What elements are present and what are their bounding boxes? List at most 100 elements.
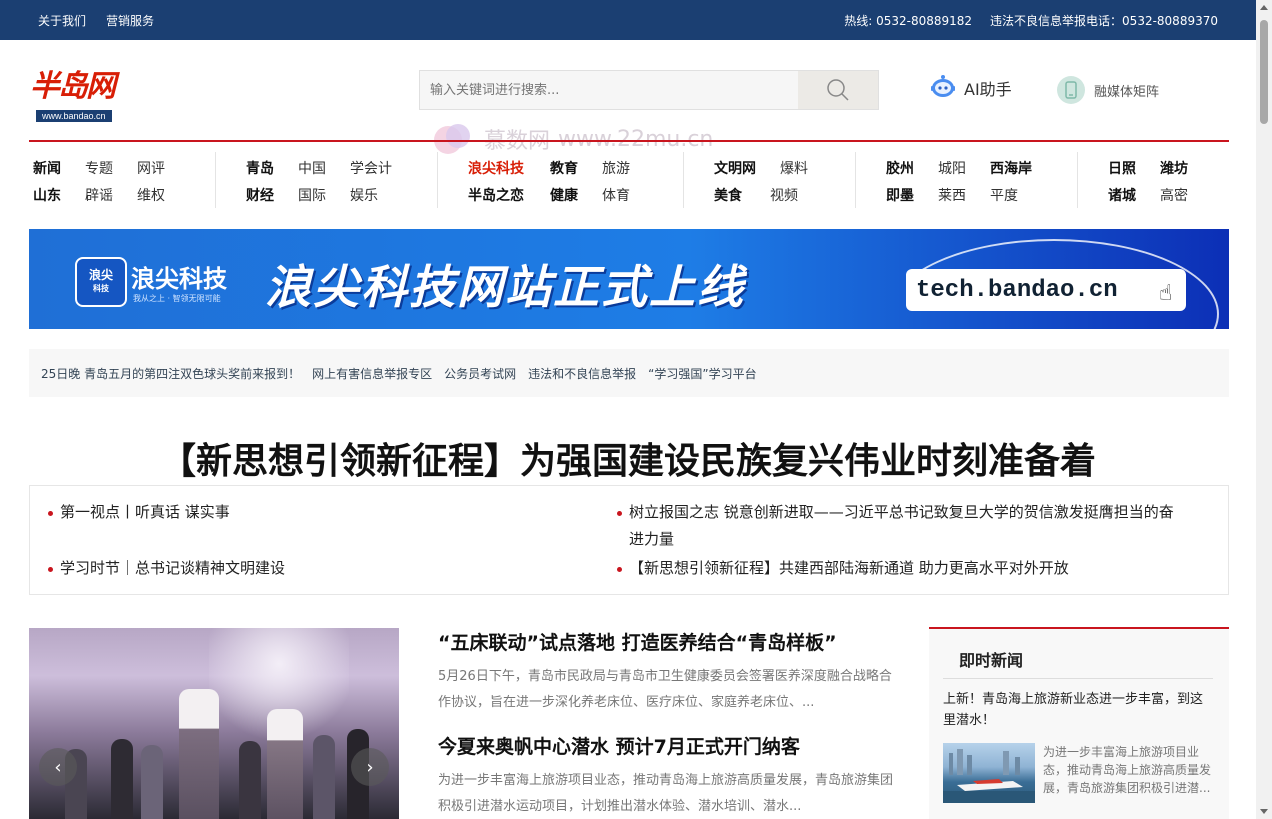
lead-news-item[interactable]: 【新思想引领新征程】共建西部陆海新通道 助力更高水平对外开放 — [617, 555, 1177, 582]
watermark-url: www.22mu.cn — [558, 126, 714, 152]
instant-news-top-link[interactable]: 上新！青岛海上旅游新业态进一步丰富，到这里潜水！ — [943, 689, 1213, 731]
media-matrix-button[interactable]: 融媒体矩阵 — [1056, 75, 1159, 105]
nav-link[interactable]: 财经 — [246, 185, 274, 205]
model-figure — [141, 745, 163, 819]
article-item[interactable]: 今夏来奥帆中心潜水 预计7月正式开门纳客 为进一步丰富海上旅游项目业态，推动青岛… — [438, 734, 893, 819]
instant-news-panel: 即时新闻 上新！青岛海上旅游新业态进一步丰富，到这里潜水！ 为进一步丰富海上旅游… — [929, 627, 1229, 819]
about-us-link[interactable]: 关于我们 — [38, 12, 86, 29]
quick-link[interactable]: “学习强国”学习平台 — [648, 365, 756, 382]
nav-link[interactable]: 新闻 — [33, 158, 61, 178]
slide-next-button[interactable]: › — [351, 748, 389, 786]
nav-link[interactable]: 即墨 — [886, 185, 914, 205]
search-icon — [827, 79, 849, 101]
nav-link[interactable]: 网评 — [137, 158, 165, 178]
quick-link[interactable]: 网上有害信息举报专区 — [312, 365, 432, 382]
nav-link[interactable]: 浪尖科技 — [468, 158, 524, 178]
boat-image — [943, 749, 1035, 803]
media-matrix-label: 融媒体矩阵 — [1094, 84, 1160, 100]
banner-brand-slogan: 我从之上 · 智领无限可能 — [133, 294, 221, 303]
nav-link[interactable]: 视频 — [770, 185, 798, 205]
photo-slideshow[interactable]: ‹ › — [29, 628, 399, 819]
instant-news-title: 即时新闻 — [959, 651, 1024, 670]
ai-assistant-button[interactable]: AI助手 — [928, 73, 1012, 103]
hotline-text: 热线: 0532-80889182 — [844, 14, 973, 28]
nav-link[interactable]: 诸城 — [1108, 185, 1136, 205]
nav-link[interactable]: 学会计 — [350, 158, 392, 178]
nav-link[interactable]: 维权 — [137, 185, 165, 205]
scroll-up-arrow-icon[interactable] — [1260, 5, 1268, 10]
lead-news-item[interactable]: 第一视点丨听真话 谋实事 — [48, 499, 588, 526]
banner-url: tech.bandao.cn — [906, 269, 1186, 311]
nav-link[interactable]: 城阳 — [938, 158, 966, 178]
nav-link[interactable]: 潍坊 — [1160, 158, 1188, 178]
lead-headline[interactable]: 【新思想引领新征程】为强国建设民族复兴伟业时刻准备着 — [0, 432, 1256, 484]
nav-link[interactable]: 专题 — [85, 158, 113, 178]
nav-group-districts: 胶州 城阳 西海岸 即墨 莱西 平度 — [855, 152, 1077, 208]
scrollbar-thumb[interactable] — [1260, 20, 1268, 124]
nav-link[interactable]: 青岛 — [246, 158, 274, 178]
banner-headline: 浪尖科技网站正式上线 — [265, 260, 745, 314]
quick-link[interactable]: 违法和不良信息举报 — [528, 365, 636, 382]
banner-brand: 浪尖科技 — [131, 265, 227, 293]
nav-link[interactable]: 莱西 — [938, 185, 966, 205]
nav-group-civilization: 文明网 爆料 美食 视频 — [683, 152, 855, 208]
nav-link[interactable]: 西海岸 — [990, 158, 1032, 178]
vertical-scrollbar[interactable] — [1256, 0, 1272, 819]
nav-link[interactable]: 辟谣 — [85, 185, 113, 205]
nav-link[interactable]: 国际 — [298, 185, 326, 205]
nav-link[interactable]: 爆料 — [780, 158, 808, 178]
nav-link[interactable]: 教育 — [550, 158, 578, 178]
article-title[interactable]: 今夏来奥帆中心潜水 预计7月正式开门纳客 — [438, 734, 893, 760]
scroll-down-arrow-icon[interactable] — [1260, 809, 1268, 814]
lead-news-box: 第一视点丨听真话 谋实事 学习时节｜总书记谈精神文明建设 树立报国之志 锐意创新… — [29, 485, 1229, 595]
quick-link[interactable]: 25日晚 青岛五月的第四注双色球头奖前来报到！ — [41, 365, 300, 382]
nav-group-tech: 浪尖科技 教育 旅游 半岛之恋 健康 体育 — [437, 152, 683, 208]
search-box — [419, 70, 879, 110]
phone-icon — [1057, 76, 1085, 104]
logo-url: www.bandao.cn — [36, 110, 112, 122]
nav-link[interactable]: 体育 — [602, 185, 630, 205]
nav-link[interactable]: 半岛之恋 — [468, 185, 524, 205]
instant-news-thumbnail[interactable] — [943, 743, 1035, 803]
lead-news-item[interactable]: 树立报国之志 锐意创新进取——习近平总书记致复旦大学的贺信激发挺膺担当的奋进力量 — [617, 499, 1177, 553]
header-divider — [29, 140, 1229, 142]
pointer-hand-icon: ☝ — [1159, 281, 1173, 306]
ai-assistant-label: AI助手 — [964, 80, 1012, 99]
main-navigation: 新闻 专题 网评 山东 辟谣 维权 青岛 中国 学会计 财经 国际 娱乐 浪尖科… — [29, 152, 1229, 212]
robot-icon — [931, 75, 955, 97]
search-button[interactable] — [798, 71, 878, 109]
nav-link[interactable]: 日照 — [1108, 158, 1136, 178]
nav-group-cities: 日照 潍坊 诸城 高密 — [1077, 152, 1229, 208]
banner-badge-subtext: 科技 — [93, 284, 109, 293]
nav-group-qingdao: 青岛 中国 学会计 财经 国际 娱乐 — [215, 152, 437, 208]
nav-link[interactable]: 文明网 — [714, 158, 756, 178]
promo-banner[interactable]: 浪尖 科技 浪尖科技 我从之上 · 智领无限可能 浪尖科技网站正式上线 tech… — [29, 229, 1229, 329]
article-summary: 为进一步丰富海上旅游项目业态，推动青岛海上旅游高质量发展，青岛旅游集团积极引进潜… — [438, 773, 894, 814]
article-item[interactable]: “五床联动”试点落地 打造医养结合“青岛样板” 5月26日下午，青岛市民政局与青… — [438, 630, 893, 716]
model-figure — [111, 739, 133, 819]
nav-link[interactable]: 旅游 — [602, 158, 630, 178]
marketing-service-link[interactable]: 营销服务 — [106, 12, 154, 29]
instant-news-summary: 为进一步丰富海上旅游项目业态，推动青岛海上旅游高质量发展，青岛旅游集团积极引进潜… — [1043, 745, 1212, 795]
search-input[interactable] — [420, 71, 800, 109]
nav-link[interactable]: 平度 — [990, 185, 1018, 205]
nav-link[interactable]: 美食 — [714, 185, 742, 205]
model-figure — [239, 741, 261, 819]
nav-link[interactable]: 高密 — [1160, 185, 1188, 205]
slide-prev-button[interactable]: ‹ — [39, 748, 77, 786]
report-phone-text: 违法不良信息举报电话：0532-80889370 — [990, 14, 1218, 28]
banner-badge-text: 浪尖 — [88, 268, 113, 282]
article-title[interactable]: “五床联动”试点落地 打造医养结合“青岛样板” — [438, 630, 893, 656]
model-figure — [179, 689, 219, 819]
article-summary: 5月26日下午，青岛市民政局与青岛市卫生健康委员会签署医养深度融合战略合作协议，… — [438, 669, 892, 710]
nav-link[interactable]: 山东 — [33, 185, 61, 205]
model-figure — [267, 709, 303, 819]
lead-news-item[interactable]: 学习时节｜总书记谈精神文明建设 — [48, 555, 588, 582]
nav-link[interactable]: 健康 — [550, 185, 578, 205]
nav-link[interactable]: 胶州 — [886, 158, 914, 178]
quick-link[interactable]: 公务员考试网 — [444, 365, 516, 382]
nav-link[interactable]: 中国 — [298, 158, 326, 178]
banner-badge-logo: 浪尖 科技 — [75, 257, 127, 307]
site-logo[interactable]: 半岛网 www.bandao.cn — [30, 70, 142, 122]
nav-link[interactable]: 娱乐 — [350, 185, 378, 205]
